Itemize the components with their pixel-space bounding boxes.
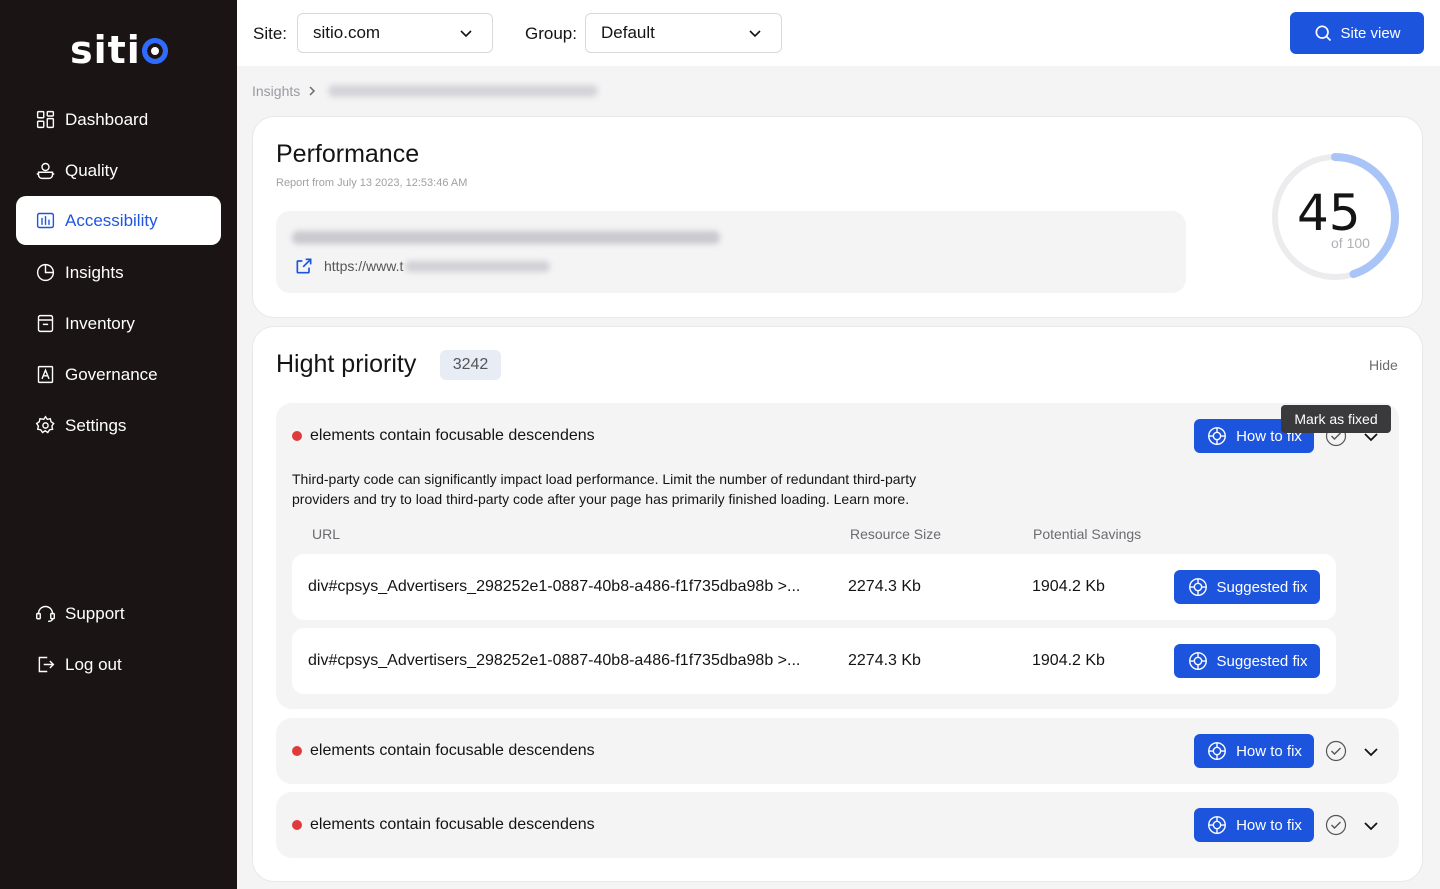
sidebar: siti Dashboard Quality Accessibility Ins… xyxy=(0,0,237,889)
search-icon xyxy=(1315,25,1332,42)
issue-item[interactable]: elements contain focusable descendens Ho… xyxy=(276,792,1399,858)
sidebar-item-logout[interactable]: Log out xyxy=(16,640,221,689)
how-to-fix-button[interactable]: How to fix xyxy=(1194,808,1314,842)
table-row: div#cpsys_Advertisers_298252e1-0887-40b8… xyxy=(292,554,1336,620)
page-url-text: https://www.t xyxy=(324,258,404,274)
performance-title: Performance xyxy=(276,140,420,168)
row-resource-size: 2274.3 Kb xyxy=(848,652,921,669)
mark-as-fixed-icon[interactable] xyxy=(1325,814,1347,836)
site-select[interactable]: sitio.com xyxy=(297,13,493,53)
chevron-down-icon xyxy=(749,30,761,38)
row-resource-size: 2274.3 Kb xyxy=(848,578,921,595)
severity-dot-icon xyxy=(292,746,302,756)
suggested-fix-button[interactable]: Suggested fix xyxy=(1174,644,1320,678)
accessibility-icon xyxy=(34,210,56,232)
site-view-label: Site view xyxy=(1340,24,1401,42)
top-bar: Site: sitio.com Group: Default Site view xyxy=(237,0,1440,66)
ai-assistant-icon xyxy=(1208,742,1226,760)
hide-button[interactable]: Hide xyxy=(1369,357,1398,373)
sidebar-item-support[interactable]: Support xyxy=(16,589,221,638)
performance-score-max: of 100 xyxy=(1331,235,1370,251)
page-url-link[interactable]: https://www.t xyxy=(294,256,551,276)
mark-as-fixed-icon[interactable] xyxy=(1325,740,1347,762)
issue-title: elements contain focusable descendens xyxy=(310,742,595,759)
logout-icon xyxy=(34,654,56,676)
performance-score: 45 xyxy=(1297,184,1361,242)
inventory-icon xyxy=(34,313,56,335)
sidebar-item-label: Insights xyxy=(65,262,124,282)
issue-title: elements contain focusable descendens xyxy=(310,816,595,833)
high-priority-count-badge: 3242 xyxy=(440,350,501,380)
group-select[interactable]: Default xyxy=(585,13,782,53)
external-link-icon xyxy=(296,258,312,274)
page-title-redacted xyxy=(292,231,720,244)
column-header-resource-size: Resource Size xyxy=(850,526,942,542)
issue-description: Third-party code can significantly impac… xyxy=(292,471,917,507)
how-to-fix-label: How to fix xyxy=(1236,742,1302,760)
chevron-down-icon xyxy=(460,30,472,38)
breadcrumb-insights[interactable]: Insights xyxy=(252,83,300,99)
sidebar-item-insights[interactable]: Insights xyxy=(16,248,221,297)
ai-assistant-icon xyxy=(1208,427,1226,445)
table-row: div#cpsys_Advertisers_298252e1-0887-40b8… xyxy=(292,628,1336,694)
site-label: Site: xyxy=(253,24,288,43)
column-header-potential-savings: Potential Savings xyxy=(1033,526,1142,542)
row-potential-savings: 1904.2 Kb xyxy=(1032,652,1105,669)
site-view-button[interactable]: Site view xyxy=(1290,12,1424,54)
sidebar-item-label: Support xyxy=(65,603,125,623)
quality-icon xyxy=(34,160,56,182)
ai-assistant-icon xyxy=(1188,578,1207,596)
sidebar-item-label: Inventory xyxy=(65,313,135,333)
suggested-fix-label: Suggested fix xyxy=(1216,578,1308,596)
governance-icon xyxy=(34,364,56,386)
severity-dot-icon xyxy=(292,431,302,441)
logo-o-icon xyxy=(141,38,168,64)
site-select-value: sitio.com xyxy=(313,23,381,42)
chevron-down-icon[interactable] xyxy=(1362,816,1380,834)
support-icon xyxy=(34,603,56,625)
sidebar-item-label: Dashboard xyxy=(65,109,149,129)
sidebar-item-governance[interactable]: Governance xyxy=(16,350,221,399)
suggested-fix-label: Suggested fix xyxy=(1216,652,1308,670)
high-priority-title: Hight priority xyxy=(276,350,417,378)
sidebar-item-label: Log out xyxy=(65,654,122,674)
mark-as-fixed-tooltip: Mark as fixed xyxy=(1281,405,1391,433)
sidebar-item-quality[interactable]: Quality xyxy=(16,146,221,195)
breadcrumb-current-redacted xyxy=(328,85,599,97)
suggested-fix-button[interactable]: Suggested fix xyxy=(1174,570,1320,604)
group-select-value: Default xyxy=(601,23,655,42)
row-url: div#cpsys_Advertisers_298252e1-0887-40b8… xyxy=(308,652,801,669)
insights-icon xyxy=(34,262,56,284)
breadcrumb: Insights xyxy=(252,83,599,99)
sidebar-item-label: Settings xyxy=(65,415,127,435)
ai-assistant-icon xyxy=(1188,652,1207,670)
how-to-fix-button[interactable]: How to fix xyxy=(1194,734,1314,768)
sidebar-item-inventory[interactable]: Inventory xyxy=(16,299,221,348)
ai-assistant-icon xyxy=(1208,816,1226,834)
severity-dot-icon xyxy=(292,820,302,830)
gear-icon xyxy=(34,415,56,437)
page-url-box: https://www.t xyxy=(276,211,1186,293)
page-url-redacted xyxy=(405,260,551,272)
issue-item[interactable]: elements contain focusable descendens Ho… xyxy=(276,718,1399,784)
group-label: Group: xyxy=(525,24,577,43)
row-potential-savings: 1904.2 Kb xyxy=(1032,578,1105,595)
issue-title[interactable]: elements contain focusable descendens xyxy=(310,427,595,445)
sidebar-item-label: Accessibility xyxy=(65,210,158,230)
logo-text: siti xyxy=(70,28,141,72)
how-to-fix-label: How to fix xyxy=(1236,816,1302,834)
chevron-down-icon[interactable] xyxy=(1362,742,1380,760)
sidebar-item-settings[interactable]: Settings xyxy=(16,401,221,450)
sidebar-item-label: Governance xyxy=(65,364,158,384)
row-url: div#cpsys_Advertisers_298252e1-0887-40b8… xyxy=(308,578,801,595)
column-header-url: URL xyxy=(312,526,341,542)
report-date: Report from July 13 2023, 12:53:46 AM xyxy=(276,177,468,189)
chevron-right-icon xyxy=(309,86,316,96)
dashboard-icon xyxy=(34,109,56,131)
logo[interactable]: siti xyxy=(70,28,168,72)
sidebar-item-dashboard[interactable]: Dashboard xyxy=(16,95,221,144)
sidebar-item-label: Quality xyxy=(65,160,118,180)
sidebar-item-accessibility[interactable]: Accessibility xyxy=(16,196,221,245)
